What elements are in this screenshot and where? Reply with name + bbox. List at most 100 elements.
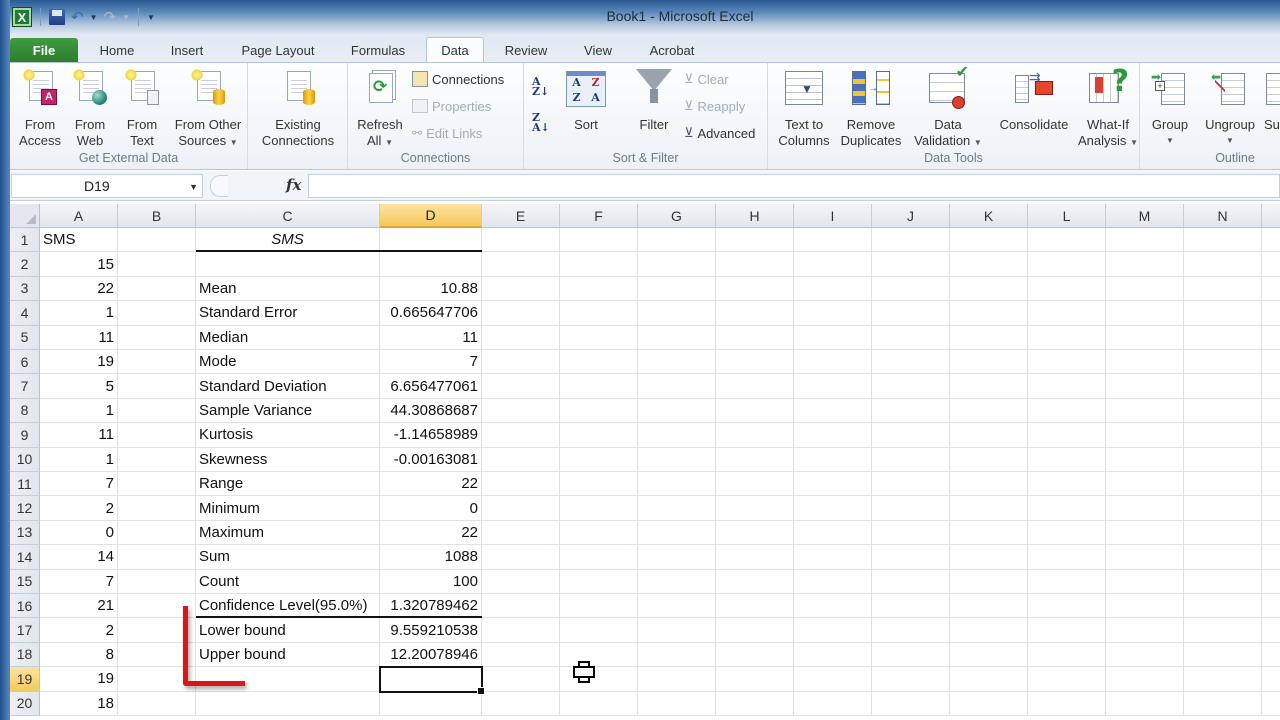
cell-o18[interactable] [1262, 643, 1280, 668]
cell-c11[interactable]: Range [196, 472, 380, 497]
cell-f3[interactable] [560, 276, 638, 302]
formula-bar-resize-handle[interactable] [210, 175, 228, 197]
cell-g5[interactable] [638, 325, 716, 350]
edit-links-button[interactable]: ⚯ Edit Links [412, 123, 482, 143]
cell-i20[interactable] [794, 691, 872, 716]
tab-file[interactable]: File [10, 38, 78, 62]
cell-i16[interactable] [794, 594, 872, 619]
cell-e5[interactable] [482, 325, 560, 350]
cell-a10[interactable]: 1 [40, 447, 118, 472]
row-header[interactable]: 19 [10, 667, 40, 692]
cell-k16[interactable] [950, 594, 1028, 619]
cell-m3[interactable] [1106, 276, 1184, 302]
cell-h18[interactable] [716, 642, 794, 668]
cell-m7[interactable] [1106, 374, 1184, 399]
column-header-n[interactable]: N [1184, 204, 1262, 228]
row-header[interactable]: 4 [10, 301, 40, 326]
consolidate-button[interactable]: ⇉ Consolidate [992, 69, 1076, 133]
row-header[interactable]: 3 [10, 276, 40, 302]
cell-e10[interactable] [482, 447, 560, 472]
cell-j19[interactable] [872, 667, 950, 692]
cell-f5[interactable] [560, 325, 638, 350]
from-access-button[interactable]: A From Access [16, 69, 64, 149]
cell-g14[interactable] [638, 545, 716, 570]
cell-i15[interactable] [794, 569, 872, 594]
tab-home[interactable]: Home [88, 38, 146, 62]
row-header[interactable]: 12 [10, 496, 40, 521]
cell-n19[interactable] [1184, 667, 1262, 692]
cell-n8[interactable] [1184, 398, 1262, 424]
cell-e18[interactable] [482, 642, 560, 668]
cell-g3[interactable] [638, 276, 716, 302]
cell-m6[interactable] [1106, 350, 1184, 375]
cell-m8[interactable] [1106, 398, 1184, 424]
cell-o6[interactable] [1262, 350, 1280, 375]
cell-o13[interactable] [1262, 521, 1280, 546]
row-header[interactable]: 20 [10, 691, 40, 716]
cell-n10[interactable] [1184, 447, 1262, 472]
column-header-l[interactable]: L [1028, 204, 1106, 228]
column-header-m[interactable]: M [1106, 204, 1184, 228]
cell-l13[interactable] [1028, 520, 1106, 546]
cell-n17[interactable] [1184, 618, 1262, 643]
cell-c8[interactable]: Sample Variance [196, 398, 380, 424]
formula-input[interactable] [308, 174, 1280, 198]
cell-c1[interactable]: SMS [196, 228, 380, 253]
cell-o14[interactable] [1262, 545, 1280, 570]
cell-k13[interactable] [950, 520, 1028, 546]
name-box[interactable]: D19 ▼ [11, 174, 203, 198]
cell-e2[interactable] [482, 252, 560, 277]
cell-b5[interactable] [118, 325, 196, 350]
cell-e12[interactable] [482, 496, 560, 521]
tab-view[interactable]: View [570, 38, 626, 62]
cell-j5[interactable] [872, 325, 950, 350]
cell-j4[interactable] [872, 301, 950, 326]
cell-a9[interactable]: 11 [40, 423, 118, 448]
cell-j13[interactable] [872, 520, 950, 546]
cell-i9[interactable] [794, 423, 872, 448]
properties-button[interactable]: Properties [412, 96, 491, 116]
cell-d15[interactable]: 100 [380, 569, 482, 594]
cell-i19[interactable] [794, 667, 872, 692]
cell-k3[interactable] [950, 276, 1028, 302]
row-header[interactable]: 10 [10, 447, 40, 472]
cell-h6[interactable] [716, 350, 794, 375]
row-header[interactable]: 9 [10, 423, 40, 448]
cell-b11[interactable] [118, 472, 196, 497]
cell-l8[interactable] [1028, 398, 1106, 424]
cell-f12[interactable] [560, 496, 638, 521]
cell-k2[interactable] [950, 252, 1028, 277]
cell-l5[interactable] [1028, 325, 1106, 350]
cell-j15[interactable] [872, 569, 950, 594]
cell-m10[interactable] [1106, 447, 1184, 472]
remove-duplicates-button[interactable]: → Remove Duplicates [836, 69, 906, 149]
cell-c5[interactable]: Median [196, 325, 380, 350]
cell-k8[interactable] [950, 398, 1028, 424]
cell-l20[interactable] [1028, 691, 1106, 716]
cell-c20[interactable] [196, 691, 380, 716]
column-header-h[interactable]: H [716, 204, 794, 228]
cell-e19[interactable] [482, 667, 560, 692]
cell-c3[interactable]: Mean [196, 276, 380, 302]
cell-n12[interactable] [1184, 496, 1262, 521]
row-header[interactable]: 14 [10, 545, 40, 570]
cell-i14[interactable] [794, 545, 872, 570]
cell-h14[interactable] [716, 545, 794, 570]
cell-g20[interactable] [638, 691, 716, 716]
cell-o10[interactable] [1262, 448, 1280, 472]
cell-l17[interactable] [1028, 618, 1106, 643]
cell-k20[interactable] [950, 691, 1028, 716]
cell-e9[interactable] [482, 423, 560, 448]
cell-d20[interactable] [380, 691, 482, 716]
column-header-a[interactable]: A [40, 204, 118, 228]
cell-m19[interactable] [1106, 667, 1184, 692]
cell-i7[interactable] [794, 374, 872, 399]
advanced-filter-button[interactable]: ⊻ Advanced [684, 123, 755, 143]
cell-e11[interactable] [482, 472, 560, 497]
connections-button[interactable]: Connections [412, 69, 504, 89]
cell-n11[interactable] [1184, 472, 1262, 497]
cell-l1[interactable] [1028, 228, 1106, 253]
sort-button[interactable]: AZZA Sort [564, 69, 608, 133]
cell-o17[interactable] [1262, 618, 1280, 643]
cell-i12[interactable] [794, 496, 872, 521]
